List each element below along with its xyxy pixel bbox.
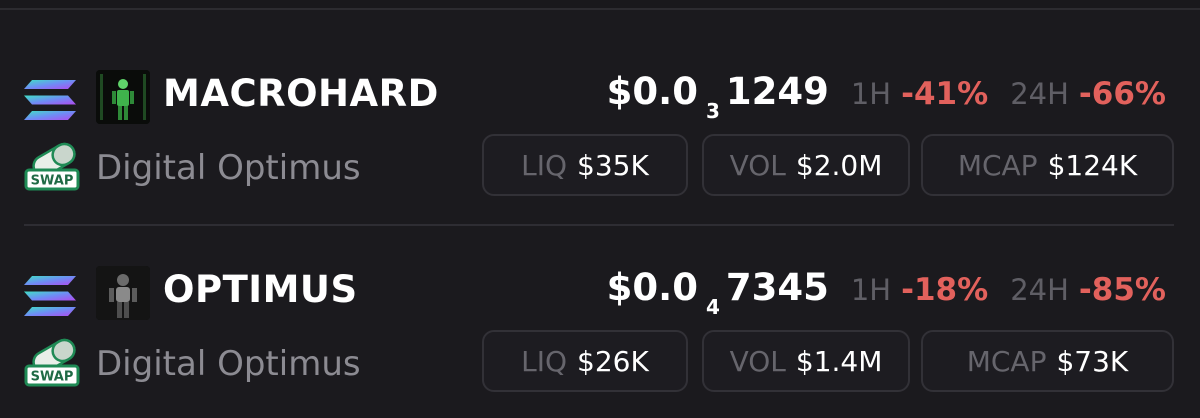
price-prefix: $0.0 <box>606 70 698 113</box>
vol-value: $1.4M <box>795 344 883 378</box>
change-24h-label: 24H <box>1010 273 1069 307</box>
vol-label: VOL <box>729 344 786 378</box>
change-24h-value: -66% <box>1078 76 1166 112</box>
token-name: Digital Optimus <box>96 344 361 384</box>
volume-pill: VOL $1.4M <box>702 330 910 392</box>
price-group: $0.0 4 7345 1H -18% 24H -85% <box>606 266 1166 319</box>
change-1h-value: -41% <box>901 76 989 112</box>
volume-pill: VOL $2.0M <box>702 134 910 196</box>
liquidity-pill: LIQ $35K <box>482 134 688 196</box>
liq-value: $35K <box>577 148 649 182</box>
token-name: Digital Optimus <box>96 148 361 188</box>
solana-icon <box>24 276 76 316</box>
liquidity-pill: LIQ $26K <box>482 330 688 392</box>
mcap-value: $73K <box>1056 344 1129 378</box>
pill-swap-icon: SWAP <box>24 142 80 191</box>
vol-value: $2.0M <box>795 148 883 182</box>
token-symbol: MACROHARD <box>163 72 439 115</box>
robot-avatar-icon <box>96 70 150 124</box>
row-divider <box>24 224 1174 226</box>
market-cap-pill: MCAP $73K <box>921 330 1174 392</box>
token-price: $0.0 3 1249 <box>606 70 829 123</box>
token-symbol: OPTIMUS <box>163 268 358 311</box>
change-1h-label: 1H <box>850 273 892 307</box>
market-cap-pill: MCAP $124K <box>921 134 1174 196</box>
swap-badge-text: SWAP <box>31 174 74 189</box>
token-avatar <box>96 70 150 124</box>
price-zero-count: 3 <box>705 99 720 123</box>
pill-swap-icon: SWAP <box>24 338 80 387</box>
price-digits: 7345 <box>725 266 829 309</box>
token-price: $0.0 4 7345 <box>606 266 829 319</box>
token-row-optimus[interactable]: OPTIMUS SWAP Digital Optimus $0.0 4 7345… <box>0 258 1200 418</box>
liq-label: LIQ <box>521 148 568 182</box>
price-group: $0.0 3 1249 1H -41% 24H -66% <box>606 70 1166 123</box>
mcap-value: $124K <box>1047 148 1138 182</box>
token-avatar <box>96 266 150 320</box>
liq-value: $26K <box>577 344 649 378</box>
robot-avatar-icon <box>96 266 150 320</box>
mcap-label: MCAP <box>957 148 1038 182</box>
change-1h-value: -18% <box>901 272 989 308</box>
mcap-label: MCAP <box>966 344 1047 378</box>
token-row-macrohard[interactable]: MACROHARD SWAP Digital Optimus $0.0 3 12… <box>0 62 1200 222</box>
top-border <box>0 0 1200 10</box>
liq-label: LIQ <box>521 344 568 378</box>
solana-icon <box>24 80 76 120</box>
price-zero-count: 4 <box>705 295 720 319</box>
price-prefix: $0.0 <box>606 266 698 309</box>
change-24h-value: -85% <box>1078 272 1166 308</box>
change-24h-label: 24H <box>1010 77 1069 111</box>
price-digits: 1249 <box>725 70 829 113</box>
change-1h-label: 1H <box>850 77 892 111</box>
swap-badge-text: SWAP <box>31 370 74 385</box>
vol-label: VOL <box>729 148 786 182</box>
